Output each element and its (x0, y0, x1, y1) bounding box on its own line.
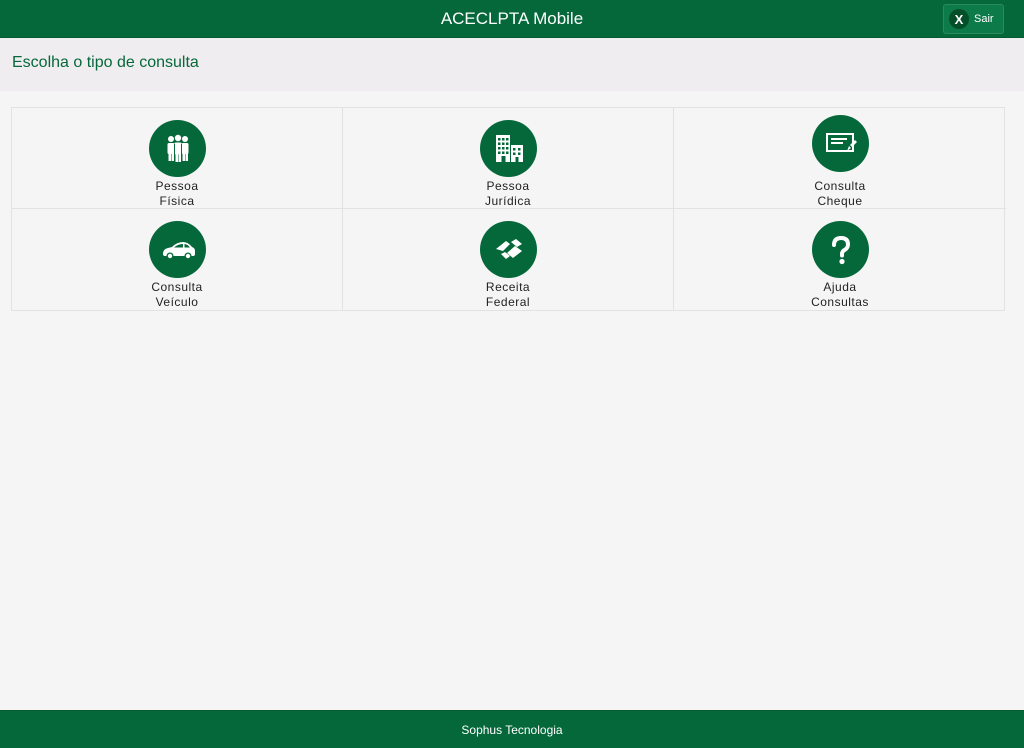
menu-item-pessoa-juridica[interactable]: Pessoa Jurídica (343, 108, 674, 209)
menu-item-label: Pessoa Jurídica (484, 179, 532, 208)
help-icon (812, 221, 869, 278)
menu-item-label: Ajuda Consultas (811, 280, 869, 309)
car-icon (149, 221, 206, 278)
app-title: ACECLPTA Mobile (440, 9, 584, 28)
menu-item-ajuda-consultas[interactable]: Ajuda Consultas (674, 209, 1006, 311)
menu-item-consulta-veiculo[interactable]: Consulta Veículo (12, 209, 343, 311)
menu-item-consulta-cheque[interactable]: Consulta Cheque (674, 108, 1006, 209)
footer-bar: Sophus Tecnologia (0, 710, 1024, 748)
building-icon (480, 120, 537, 177)
menu-item-receita-federal[interactable]: Receita Federal (343, 209, 674, 311)
check-icon (812, 115, 869, 172)
exit-button[interactable]: X Sair (943, 4, 1004, 34)
receita-federal-icon (480, 221, 537, 278)
menu-item-label: Consulta Cheque (814, 179, 866, 208)
page-title: Escolha o tipo de consulta (12, 54, 199, 71)
footer-text: Sophus Tecnologia (461, 723, 563, 737)
consultation-menu-grid: Pessoa Física Pessoa Jurídica Consulta C… (11, 107, 1006, 311)
menu-item-label: Consulta Veículo (151, 280, 203, 309)
top-app-bar: ACECLPTA Mobile X Sair (0, 0, 1024, 38)
menu-item-pessoa-fisica[interactable]: Pessoa Física (12, 108, 343, 209)
exit-button-label: Sair (974, 13, 994, 25)
menu-item-label: Pessoa Física (155, 179, 199, 208)
app-root: ACECLPTA Mobile X Sair Escolha o tipo de… (0, 0, 1024, 748)
menu-item-label: Receita Federal (485, 280, 531, 309)
people-icon (149, 120, 206, 177)
close-icon: X (949, 9, 969, 29)
page-header: Escolha o tipo de consulta (0, 38, 1024, 91)
